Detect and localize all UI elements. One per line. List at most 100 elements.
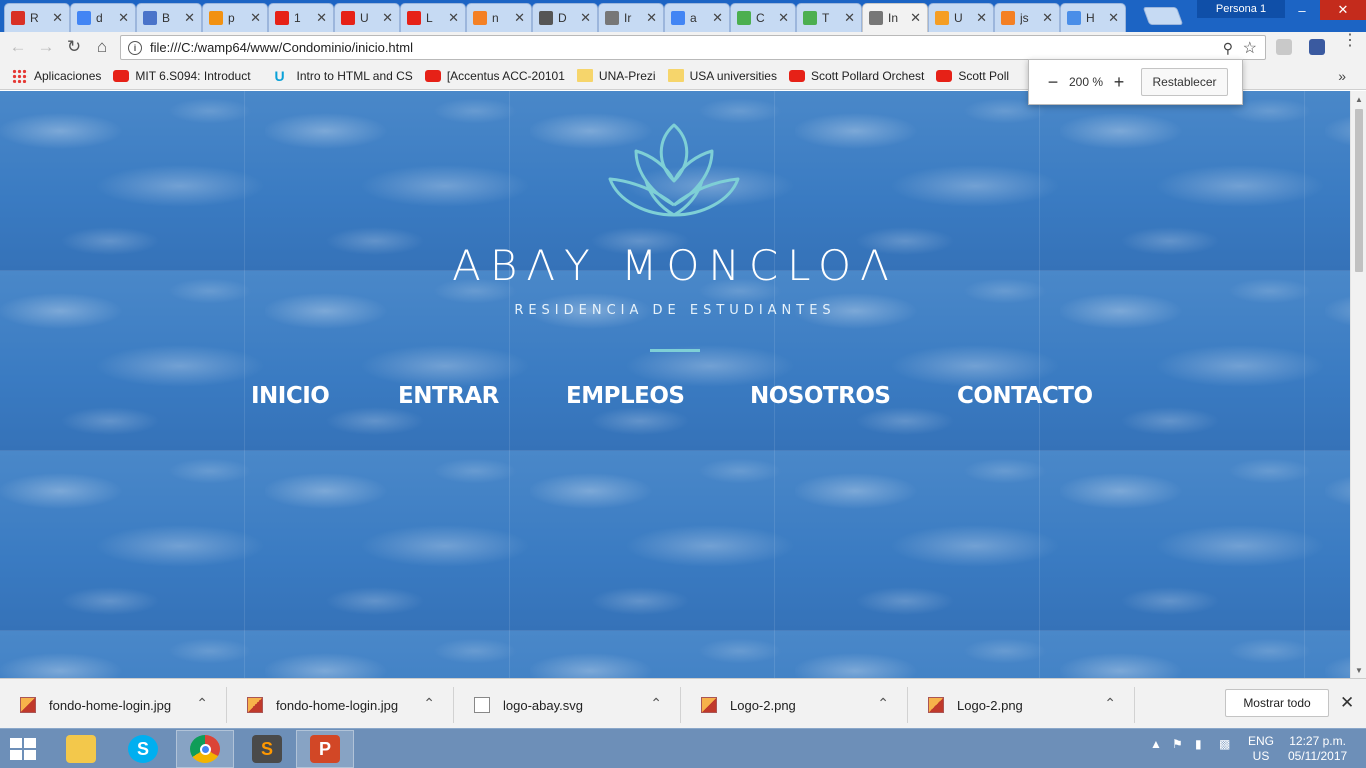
- bookmark-item[interactable]: USA universities: [667, 68, 777, 83]
- chrome-icon[interactable]: [176, 730, 234, 768]
- browser-tab[interactable]: B ✕: [136, 3, 202, 32]
- bookmark-item[interactable]: UNA-Prezi: [576, 69, 656, 83]
- menu-icon[interactable]: ⋮: [1342, 33, 1358, 49]
- bookmark-item[interactable]: Scott Pollard Orchest: [788, 69, 924, 83]
- show-all-downloads-button[interactable]: Mostrar todo: [1225, 689, 1329, 717]
- download-item[interactable]: logo-abay.svg ⌃: [454, 687, 681, 723]
- browser-tab[interactable]: n ✕: [466, 3, 532, 32]
- sublime-text-icon[interactable]: S: [238, 730, 296, 768]
- new-tab-button[interactable]: [1142, 7, 1184, 25]
- browser-tab[interactable]: R ✕: [4, 3, 70, 32]
- bookmark-star-icon[interactable]: ☆: [1243, 38, 1257, 58]
- close-tab-icon[interactable]: ✕: [580, 10, 591, 26]
- browser-tab[interactable]: L ✕: [400, 3, 466, 32]
- network-icon[interactable]: ▩: [1219, 737, 1230, 751]
- windows-start-icon[interactable]: [10, 738, 38, 760]
- home-icon[interactable]: ⌂: [91, 36, 113, 58]
- zoom-out-button[interactable]: −: [1041, 72, 1065, 93]
- nav-nosotros[interactable]: NOSOTROS: [750, 383, 891, 409]
- url-text[interactable]: file:///C:/wamp64/www/Condominio/inicio.…: [150, 40, 413, 55]
- browser-tab[interactable]: U ✕: [928, 3, 994, 32]
- bookmark-item[interactable]: U Intro to HTML and CS: [275, 68, 413, 84]
- close-window-icon[interactable]: ✕: [1320, 0, 1366, 20]
- close-tab-icon[interactable]: ✕: [118, 10, 129, 26]
- tab-title: C: [756, 11, 765, 25]
- reload-icon[interactable]: ↻: [63, 36, 85, 58]
- address-bar[interactable]: i file:///C:/wamp64/www/Condominio/inici…: [120, 35, 1266, 60]
- browser-tab[interactable]: U ✕: [334, 3, 400, 32]
- bookmark-item[interactable]: MIT 6.S094: Introduct: [113, 69, 251, 83]
- close-downloads-icon[interactable]: ✕: [1340, 693, 1354, 713]
- close-tab-icon[interactable]: ✕: [1108, 10, 1119, 26]
- download-item[interactable]: fondo-home-login.jpg ⌃: [0, 687, 227, 723]
- battery-icon[interactable]: ▮: [1195, 737, 1202, 751]
- vertical-scrollbar[interactable]: ▲ ▼: [1350, 91, 1366, 678]
- browser-tab[interactable]: Ir ✕: [598, 3, 664, 32]
- browser-tab[interactable]: D ✕: [532, 3, 598, 32]
- close-tab-icon[interactable]: ✕: [52, 10, 63, 26]
- language-indicator[interactable]: ENG US: [1248, 734, 1274, 764]
- chevron-up-icon[interactable]: ⌃: [650, 695, 662, 712]
- bookmark-item[interactable]: Scott Poll: [936, 69, 1009, 83]
- skype-icon[interactable]: S: [114, 730, 172, 768]
- chevron-up-icon[interactable]: ⌃: [877, 695, 889, 712]
- close-tab-icon[interactable]: ✕: [976, 10, 987, 26]
- zoom-reset-button[interactable]: Restablecer: [1141, 68, 1228, 96]
- chevron-up-icon[interactable]: ⌃: [423, 695, 435, 712]
- close-tab-icon[interactable]: ✕: [646, 10, 657, 26]
- forward-icon[interactable]: →: [35, 36, 57, 58]
- browser-tab[interactable]: a ✕: [664, 3, 730, 32]
- nav-inicio[interactable]: INICIO: [251, 383, 330, 409]
- download-item[interactable]: Logo-2.png ⌃: [681, 687, 908, 723]
- close-tab-icon[interactable]: ✕: [250, 10, 261, 26]
- browser-tab[interactable]: T ✕: [796, 3, 862, 32]
- nav-empleos[interactable]: EMPLEOS: [566, 383, 685, 409]
- minimize-icon[interactable]: –: [1287, 0, 1317, 20]
- back-icon[interactable]: ←: [7, 36, 29, 58]
- scroll-thumb[interactable]: [1355, 109, 1363, 272]
- scroll-up-icon[interactable]: ▲: [1351, 91, 1366, 107]
- nav-entrar[interactable]: ENTRAR: [398, 383, 499, 409]
- chevron-up-icon[interactable]: ⌃: [1104, 695, 1116, 712]
- zoom-in-button[interactable]: +: [1107, 72, 1131, 93]
- download-item[interactable]: Logo-2.png ⌃: [908, 687, 1135, 723]
- extension-icon[interactable]: [1276, 39, 1292, 55]
- bookmark-item[interactable]: Aplicaciones: [12, 68, 101, 83]
- browser-tab[interactable]: d ✕: [70, 3, 136, 32]
- close-tab-icon[interactable]: ✕: [514, 10, 525, 26]
- nav-contacto[interactable]: CONTACTO: [957, 383, 1093, 409]
- browser-tab[interactable]: C ✕: [730, 3, 796, 32]
- extension-u-icon[interactable]: [1309, 39, 1325, 55]
- close-tab-icon[interactable]: ✕: [778, 10, 789, 26]
- show-hidden-icons-icon[interactable]: ▲: [1150, 737, 1162, 751]
- flag-icon[interactable]: ⚑: [1172, 737, 1183, 751]
- file-explorer-icon[interactable]: [52, 730, 110, 768]
- image-file-icon: [928, 697, 944, 713]
- browser-tab[interactable]: In ✕: [862, 3, 928, 32]
- scroll-down-icon[interactable]: ▼: [1351, 662, 1366, 678]
- windows-taskbar: S S P ▲ ⚑ ▮ ▩ ENG US 12:27 p.m. 05/11/20…: [0, 728, 1366, 768]
- bookmark-label: USA universities: [689, 68, 777, 83]
- close-tab-icon[interactable]: ✕: [316, 10, 327, 26]
- profile-button[interactable]: Persona 1: [1197, 0, 1285, 18]
- info-icon[interactable]: i: [128, 40, 142, 55]
- zoom-icon[interactable]: ⚲: [1223, 40, 1233, 57]
- download-item[interactable]: fondo-home-login.jpg ⌃: [227, 687, 454, 723]
- system-clock[interactable]: 12:27 p.m. 05/11/2017: [1288, 734, 1347, 764]
- close-tab-icon[interactable]: ✕: [712, 10, 723, 26]
- chevron-up-icon[interactable]: ⌃: [196, 695, 208, 712]
- downloads-shelf: fondo-home-login.jpg ⌃ fondo-home-login.jp…: [0, 678, 1366, 728]
- browser-tab[interactable]: js ✕: [994, 3, 1060, 32]
- browser-tab[interactable]: 1 ✕: [268, 3, 334, 32]
- close-tab-icon[interactable]: ✕: [382, 10, 393, 26]
- close-tab-icon[interactable]: ✕: [184, 10, 195, 26]
- close-tab-icon[interactable]: ✕: [448, 10, 459, 26]
- close-tab-icon[interactable]: ✕: [1042, 10, 1053, 26]
- bookmark-item[interactable]: [Accentus ACC-20101: [424, 69, 565, 83]
- browser-tab[interactable]: p ✕: [202, 3, 268, 32]
- browser-tab[interactable]: H ✕: [1060, 3, 1126, 32]
- more-bookmarks-icon[interactable]: »: [1338, 68, 1346, 84]
- powerpoint-icon[interactable]: P: [296, 730, 354, 768]
- close-tab-icon[interactable]: ✕: [910, 10, 921, 26]
- close-tab-icon[interactable]: ✕: [844, 10, 855, 26]
